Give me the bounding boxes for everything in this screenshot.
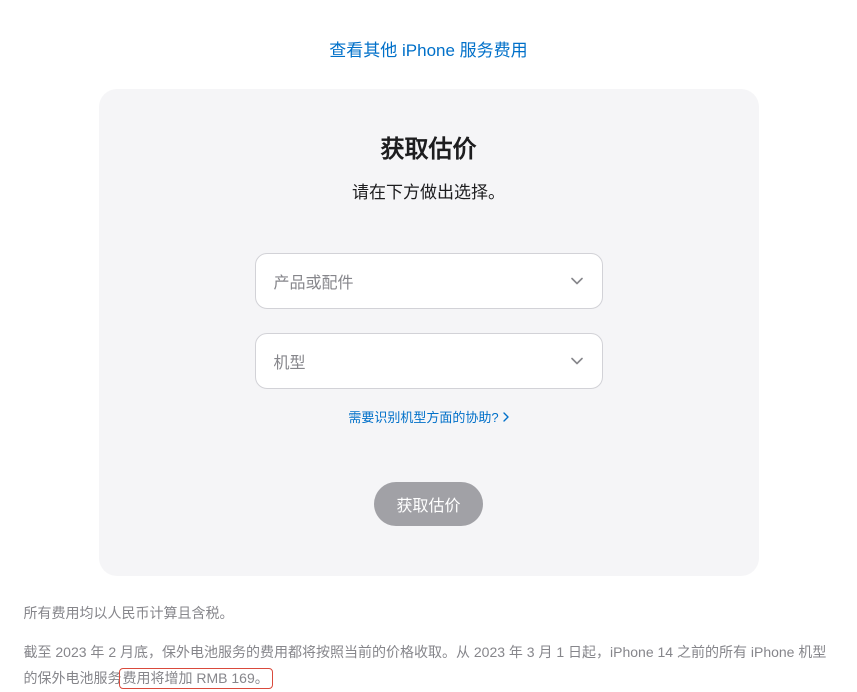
product-select-wrap: 产品或配件 [255, 253, 603, 309]
chevron-down-icon [570, 274, 584, 288]
estimate-card: 获取估价 请在下方做出选择。 产品或配件 机型 需要识别机型方面的协助? 获取估… [99, 89, 759, 576]
product-select-placeholder: 产品或配件 [274, 269, 354, 293]
help-link-label: 需要识别机型方面的协助? [348, 407, 498, 426]
model-select-wrap: 机型 [255, 333, 603, 389]
identify-model-help-link[interactable]: 需要识别机型方面的协助? [348, 407, 508, 426]
other-service-fees-link[interactable]: 查看其他 iPhone 服务费用 [329, 41, 527, 60]
footer-note-tax: 所有费用均以人民币计算且含税。 [24, 600, 834, 627]
get-estimate-button[interactable]: 获取估价 [374, 482, 482, 526]
model-select-placeholder: 机型 [274, 349, 306, 373]
price-increase-highlight: 费用将增加 RMB 169。 [119, 668, 273, 689]
chevron-right-icon [503, 412, 509, 422]
card-title: 获取估价 [149, 129, 709, 164]
product-select[interactable]: 产品或配件 [255, 253, 603, 309]
card-subtitle: 请在下方做出选择。 [149, 178, 709, 203]
model-select[interactable]: 机型 [255, 333, 603, 389]
submit-wrap: 获取估价 [149, 482, 709, 526]
footer-notes: 所有费用均以人民币计算且含税。 截至 2023 年 2 月底，保外电池服务的费用… [14, 600, 844, 692]
chevron-down-icon [570, 354, 584, 368]
top-link-wrap: 查看其他 iPhone 服务费用 [0, 0, 857, 89]
footer-note-price-change: 截至 2023 年 2 月底，保外电池服务的费用都将按照当前的价格收取。从 20… [24, 639, 834, 692]
